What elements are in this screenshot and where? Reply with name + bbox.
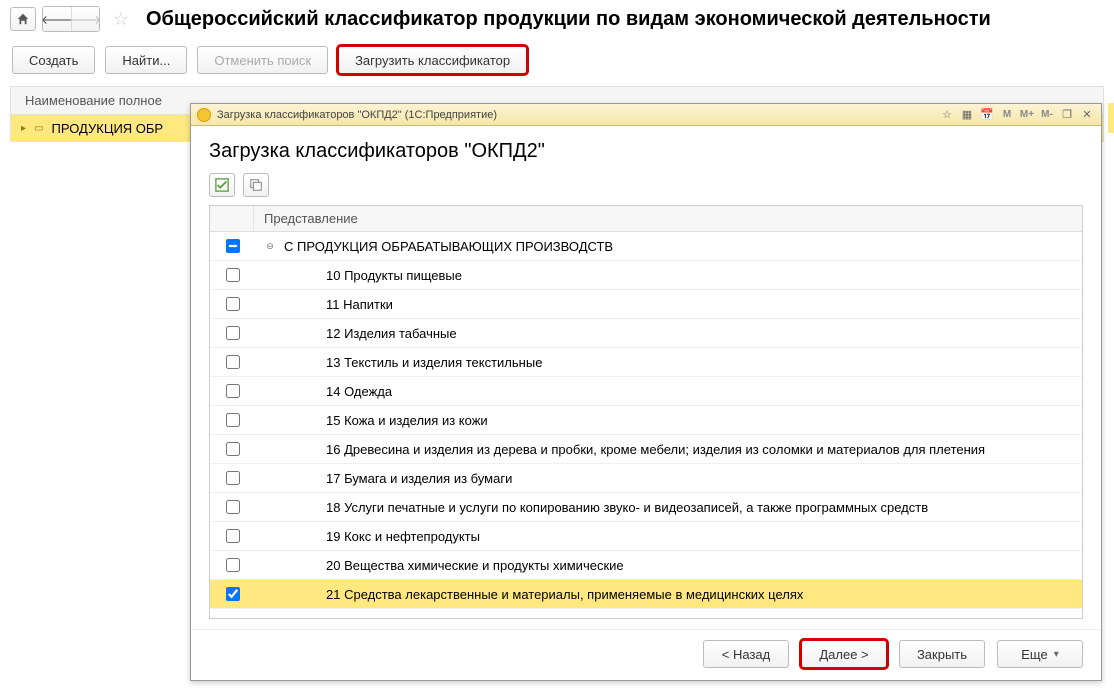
tree-row-label: 18 Услуги печатные и услуги по копирован…	[326, 500, 928, 515]
tree-row[interactable]: 11 Напитки	[210, 290, 1082, 319]
checkbox-column-header	[210, 206, 254, 231]
uncheck-all-button[interactable]	[243, 173, 269, 197]
restore-icon[interactable]: ❐	[1059, 107, 1075, 123]
tree-body[interactable]: ⊖ С ПРОДУКЦИЯ ОБРАБАТЫВАЮЩИХ ПРОИЗВОДСТВ 1…	[210, 232, 1082, 618]
tree-row-label: 17 Бумага и изделия из бумаги	[326, 471, 512, 486]
row-checkbox[interactable]	[226, 326, 240, 340]
tree-row[interactable]: 16 Древесина и изделия из дерева и пробк…	[210, 435, 1082, 464]
tree-row[interactable]: 19 Кокс и нефтепродукты	[210, 522, 1082, 551]
row-checkbox[interactable]	[226, 558, 240, 572]
tree-row[interactable]: 10 Продукты пищевые	[210, 261, 1082, 290]
classifier-tree: Представление ⊖ С ПРОДУКЦИЯ ОБРАБАТЫВАЮЩИ…	[209, 205, 1083, 619]
next-button[interactable]: Далее >	[801, 640, 887, 668]
tree-row-label: 20 Вещества химические и продукты химиче…	[326, 558, 624, 573]
row-checkbox[interactable]	[226, 268, 240, 282]
create-button[interactable]: Создать	[12, 46, 95, 74]
close-button[interactable]: Закрыть	[899, 640, 985, 668]
row-checkbox[interactable]	[226, 413, 240, 427]
more-button[interactable]: Еще ▾	[997, 640, 1083, 668]
tree-row[interactable]: ⊖ С ПРОДУКЦИЯ ОБРАБАТЫВАЮЩИХ ПРОИЗВОДСТВ	[210, 232, 1082, 261]
load-classifier-button[interactable]: Загрузить классификатор	[338, 46, 527, 74]
row-checkbox[interactable]	[226, 529, 240, 543]
tree-row-label: 14 Одежда	[326, 384, 392, 399]
back-button-dialog[interactable]: < Назад	[703, 640, 789, 668]
dialog-body: Загрузка классификаторов "ОКПД2" Предста…	[191, 126, 1101, 629]
row-checkbox[interactable]	[226, 355, 240, 369]
m-button[interactable]: M	[999, 107, 1015, 123]
row-checkbox[interactable]	[226, 471, 240, 485]
tree-row-label: 10 Продукты пищевые	[326, 268, 462, 283]
back-button[interactable]: 🡐	[43, 7, 71, 31]
check-all-button[interactable]	[209, 173, 235, 197]
load-classifier-dialog: Загрузка классификаторов "ОКПД2" (1С:Пре…	[190, 103, 1102, 681]
forward-button[interactable]: 🡒	[71, 7, 99, 31]
tree-header: Представление	[210, 206, 1082, 232]
favorite-star-icon[interactable]: ☆	[110, 8, 132, 30]
m-minus-button[interactable]: M-	[1039, 107, 1055, 123]
dialog-titlebar[interactable]: Загрузка классификаторов "ОКПД2" (1С:Пре…	[191, 104, 1101, 126]
m-plus-button[interactable]: M+	[1019, 107, 1035, 123]
tree-row[interactable]: 12 Изделия табачные	[210, 319, 1082, 348]
dialog-footer: < Назад Далее > Закрыть Еще ▾	[191, 629, 1101, 680]
row-checkbox[interactable]	[226, 384, 240, 398]
list-row-label: ПРОДУКЦИЯ ОБР	[51, 121, 163, 136]
dialog-heading: Загрузка классификаторов "ОКПД2"	[209, 140, 1083, 163]
row-checkbox[interactable]	[226, 442, 240, 456]
tree-row-label: 11 Напитки	[326, 297, 393, 312]
dialog-icon-toolbar	[209, 173, 1083, 197]
close-icon[interactable]: ✕	[1079, 107, 1095, 123]
home-button[interactable]	[10, 7, 36, 31]
tree-row-label: 16 Древесина и изделия из дерева и пробк…	[326, 442, 985, 457]
more-button-label: Еще	[1021, 647, 1047, 662]
row-checkbox[interactable]	[226, 587, 240, 601]
tree-row[interactable]: 18 Услуги печатные и услуги по копирован…	[210, 493, 1082, 522]
calendar-icon[interactable]: 📅	[979, 107, 995, 123]
tree-row-label: С ПРОДУКЦИЯ ОБРАБАТЫВАЮЩИХ ПРОИЗВОДСТВ	[284, 239, 613, 254]
favorite-icon[interactable]: ☆	[939, 107, 955, 123]
tree-row-label: 15 Кожа и изделия из кожи	[326, 413, 488, 428]
cancel-search-button: Отменить поиск	[197, 46, 328, 74]
expander-icon[interactable]: ⊖	[264, 240, 276, 252]
label-column-header[interactable]: Представление	[254, 211, 1082, 226]
list-row-stripe	[1108, 103, 1114, 133]
tree-row-label: 19 Кокс и нефтепродукты	[326, 529, 480, 544]
collapse-icon[interactable]: ▭	[34, 123, 43, 134]
chevron-down-icon: ▾	[1054, 649, 1059, 660]
row-checkbox[interactable]	[226, 500, 240, 514]
tree-row[interactable]: 13 Текстиль и изделия текстильные	[210, 348, 1082, 377]
dialog-window-title: Загрузка классификаторов "ОКПД2" (1С:Пре…	[217, 109, 497, 121]
nav-history: 🡐 🡒	[42, 6, 100, 32]
tree-row[interactable]: 14 Одежда	[210, 377, 1082, 406]
tree-row[interactable]: 15 Кожа и изделия из кожи	[210, 406, 1082, 435]
find-button[interactable]: Найти...	[105, 46, 187, 74]
tree-row[interactable]: 21 Средства лекарственные и материалы, п…	[210, 580, 1082, 609]
row-checkbox[interactable]	[226, 239, 240, 253]
app-icon	[197, 108, 211, 122]
main-toolbar: Создать Найти... Отменить поиск Загрузит…	[0, 38, 1114, 82]
tree-row[interactable]: 20 Вещества химические и продукты химиче…	[210, 551, 1082, 580]
tree-row-label: 12 Изделия табачные	[326, 326, 457, 341]
row-checkbox[interactable]	[226, 297, 240, 311]
expand-icon[interactable]: ▸	[21, 123, 26, 134]
tree-row-label: 13 Текстиль и изделия текстильные	[326, 355, 542, 370]
top-nav: 🡐 🡒 ☆ Общероссийский классификатор проду…	[0, 0, 1114, 38]
page-title: Общероссийский классификатор продукции п…	[146, 8, 991, 31]
tree-row[interactable]: 17 Бумага и изделия из бумаги	[210, 464, 1082, 493]
tree-row-label: 21 Средства лекарственные и материалы, п…	[326, 587, 803, 602]
calculator-icon[interactable]: ▦	[959, 107, 975, 123]
